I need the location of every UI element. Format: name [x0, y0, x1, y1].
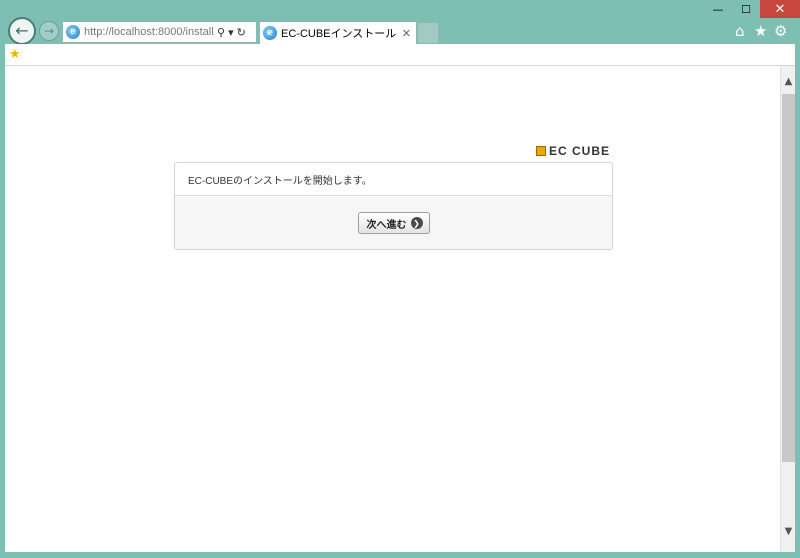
favorites-star-icon[interactable]: ★	[754, 22, 767, 40]
cube-logo-icon	[536, 146, 546, 156]
page-viewport	[5, 66, 780, 552]
forward-arrow-icon: →	[43, 24, 55, 38]
favorites-bar: ★	[5, 44, 795, 66]
ie-tab-icon: e	[263, 26, 277, 40]
close-tab-icon[interactable]: ✕	[402, 27, 411, 40]
navigation-bar: ← → e http://localhost:8000/install/ ⚲ ▾…	[0, 0, 800, 45]
install-panel-body: 次へ進む ❯	[175, 196, 612, 250]
next-button-label: 次へ進む	[366, 219, 407, 231]
add-favorite-icon[interactable]: ★	[9, 47, 21, 62]
browser-window: ← → e http://localhost:8000/install/ ⚲ ▾…	[0, 0, 800, 558]
url-path: :8000/install/	[154, 26, 214, 38]
refresh-icon[interactable]: ↻	[237, 26, 246, 39]
url-host: http://localhost	[84, 26, 155, 38]
forward-button[interactable]: →	[39, 21, 59, 41]
ec-cube-logo: EC CUBE	[536, 144, 610, 158]
new-tab-button[interactable]	[417, 22, 439, 44]
tab-title: EC-CUBEインストール	[281, 28, 397, 40]
scroll-down-arrow-icon[interactable]: ▼	[781, 526, 796, 538]
install-message: EC-CUBEのインストールを開始します。	[188, 175, 372, 187]
logo-text: EC CUBE	[549, 144, 611, 158]
scroll-up-arrow-icon[interactable]: ▲	[781, 76, 796, 88]
search-icon[interactable]: ⚲	[217, 26, 225, 39]
install-panel: EC-CUBEのインストールを開始します。 次へ進む ❯	[174, 162, 613, 250]
url-text[interactable]: http://localhost:8000/install/	[84, 26, 214, 38]
settings-gear-icon[interactable]: ⚙	[774, 22, 787, 40]
dropdown-chevron-icon[interactable]: ▾	[228, 26, 234, 39]
back-arrow-icon: ←	[15, 21, 29, 40]
home-icon[interactable]: ⌂	[735, 22, 745, 40]
arrow-right-circle-icon: ❯	[410, 217, 423, 229]
ie-page-icon: e	[66, 25, 80, 39]
scroll-thumb[interactable]	[782, 94, 795, 462]
tab-ec-cube-install[interactable]: e EC-CUBEインストール ✕	[259, 21, 417, 44]
vertical-scrollbar[interactable]: ▲ ▼	[780, 66, 795, 552]
address-bar[interactable]: e http://localhost:8000/install/ ⚲ ▾ ↻	[62, 21, 257, 43]
back-button[interactable]: ←	[8, 17, 36, 45]
maximize-button[interactable]: ☐	[733, 0, 759, 18]
minimize-button[interactable]: —	[705, 0, 731, 18]
install-panel-header: EC-CUBEのインストールを開始します。	[175, 163, 612, 196]
close-window-button[interactable]: ✕	[760, 0, 800, 18]
next-button[interactable]: 次へ進む ❯	[357, 212, 430, 234]
